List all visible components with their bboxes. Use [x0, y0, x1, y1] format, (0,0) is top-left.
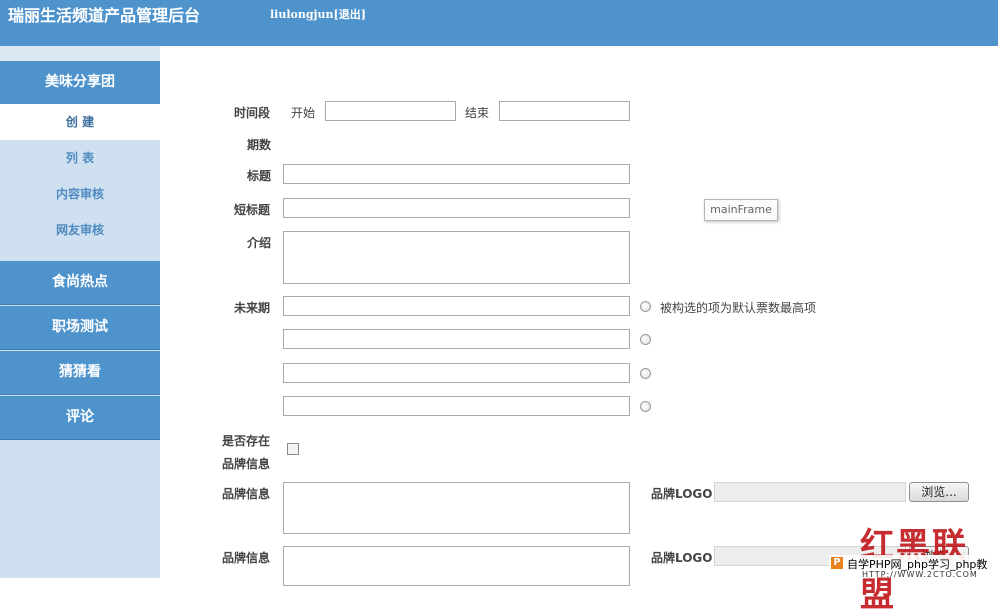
end-label: 结束 — [465, 106, 490, 120]
php-site-icon: P — [831, 557, 843, 569]
option-radio-2[interactable] — [640, 334, 651, 345]
brand-exists-label-1: 是否存在 — [222, 434, 271, 448]
option-input-4[interactable] — [283, 396, 630, 416]
future-period-label: 未来期 — [234, 301, 271, 315]
brand-logo-label-2: 品牌LOGO — [651, 551, 713, 565]
brand-exists-checkbox[interactable] — [287, 443, 299, 455]
default-option-hint: 被构选的项为默认票数最高项 — [660, 301, 817, 315]
option-radio-1[interactable] — [640, 301, 651, 312]
mainframe-tooltip: mainFrame — [704, 199, 778, 221]
brand-info-textarea-1[interactable] — [283, 482, 630, 534]
sidebar-group-shishang[interactable]: 食尚热点 — [0, 261, 160, 305]
sidebar-group-meiwei[interactable]: 美味分享团 — [0, 61, 160, 105]
user-info: liulongjun[退出] — [270, 6, 366, 22]
browse-button-1[interactable]: 浏览... — [909, 482, 969, 502]
short-title-input[interactable] — [283, 198, 630, 218]
sidebar-item-create[interactable]: 创 建 — [0, 104, 160, 140]
sidebar-item-content-review[interactable]: 内容审核 — [0, 176, 160, 212]
header-bar: 瑞丽生活频道产品管理后台 liulongjun[退出] — [0, 0, 998, 46]
short-title-label: 短标题 — [234, 203, 271, 217]
sidebar-group-pinglun[interactable]: 评论 — [0, 396, 160, 440]
sidebar-item-list[interactable]: 列 表 — [0, 140, 160, 176]
sidebar-group-zhichang[interactable]: 职场测试 — [0, 306, 160, 350]
sidebar-group-caicaikan[interactable]: 猜猜看 — [0, 351, 160, 395]
intro-label: 介绍 — [247, 236, 272, 250]
brand-info-label-2: 品牌信息 — [222, 551, 271, 565]
sidebar: 美味分享团 创 建 列 表 内容审核 网友审核 食尚热点 职场测试 猜猜看 评论 — [0, 46, 160, 578]
sidebar-item-user-review[interactable]: 网友审核 — [0, 212, 160, 248]
logout-link[interactable]: [退出] — [334, 8, 366, 21]
username: liulongjun — [270, 8, 334, 21]
option-input-3[interactable] — [283, 363, 630, 383]
end-date-input[interactable] — [499, 101, 630, 121]
option-input-2[interactable] — [283, 329, 630, 349]
time-range-label: 时间段 — [234, 106, 271, 120]
sidebar-top-strip — [0, 46, 160, 61]
brand-logo-file-field-1[interactable] — [714, 482, 906, 502]
app-title: 瑞丽生活频道产品管理后台 — [8, 6, 201, 25]
start-label: 开始 — [291, 106, 316, 120]
start-date-input[interactable] — [325, 101, 456, 121]
option-input-1[interactable] — [283, 296, 630, 316]
option-radio-4[interactable] — [640, 401, 651, 412]
title-label: 标题 — [247, 169, 272, 183]
option-radio-3[interactable] — [640, 368, 651, 379]
brand-logo-label-1: 品牌LOGO — [651, 487, 713, 501]
brand-info-label-1: 品牌信息 — [222, 487, 271, 501]
brand-info-textarea-2[interactable] — [283, 546, 630, 586]
brand-exists-label-2: 品牌信息 — [222, 457, 271, 471]
period-label: 期数 — [247, 138, 272, 152]
title-input[interactable] — [283, 164, 630, 184]
intro-textarea[interactable] — [283, 231, 630, 284]
